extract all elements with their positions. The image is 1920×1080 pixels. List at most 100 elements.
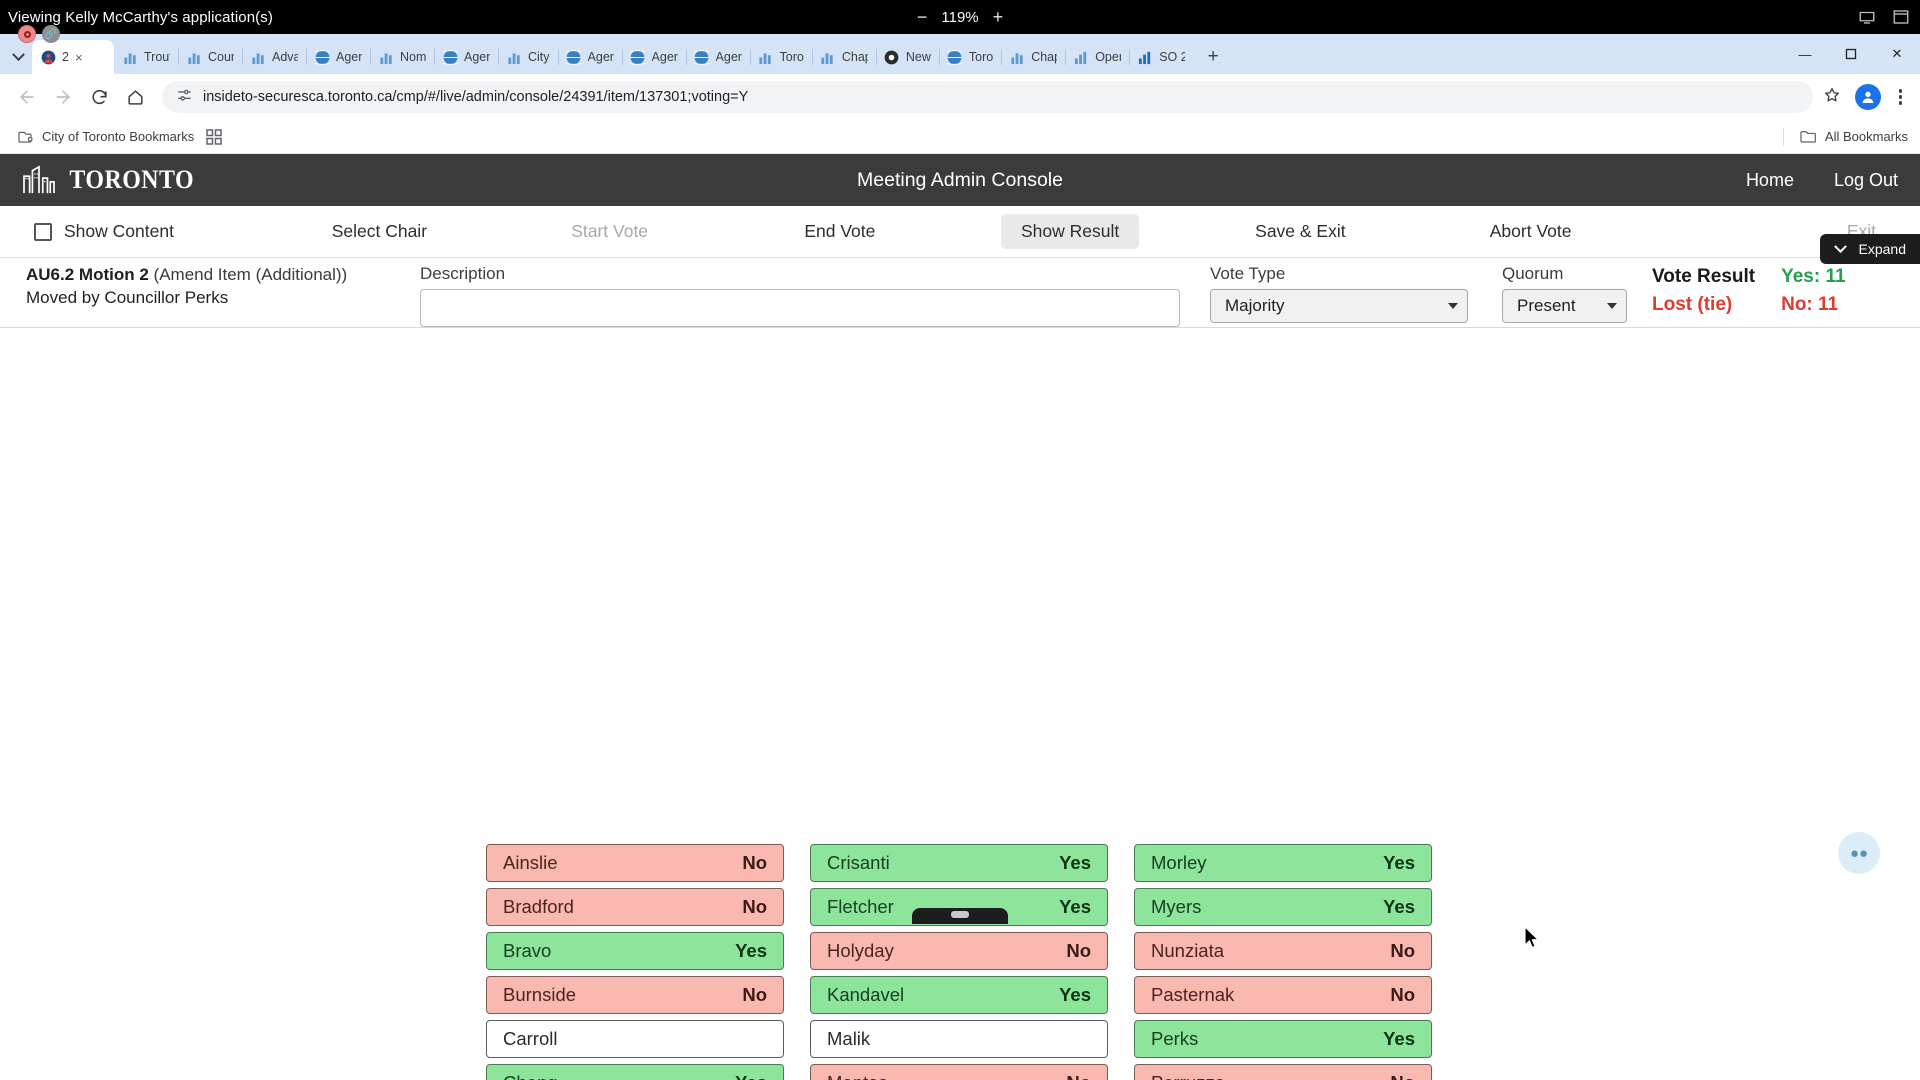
globe-icon [442, 49, 458, 65]
chart-icon [506, 49, 522, 65]
browser-tab-trout[interactable]: Trout [114, 40, 179, 74]
three-dot-menu-icon[interactable] [1895, 89, 1907, 105]
browser-tab-label: Trout [144, 50, 170, 64]
bookmark-folder-label: City of Toronto Bookmarks [42, 129, 195, 144]
back-arrow-icon[interactable] [10, 80, 44, 114]
browser-tab-adva[interactable]: Adva [242, 40, 307, 74]
new-tab-button[interactable]: + [1199, 43, 1227, 71]
browser-tab-label: Agen [715, 50, 742, 64]
close-window-button[interactable]: ✕ [1874, 34, 1920, 74]
browser-toolbar: insideto-securesca.toronto.ca/cmp/#/live… [0, 74, 1920, 120]
vote-row[interactable]: Kandavel Yes [810, 976, 1108, 1014]
councillor-name: Burnside [503, 984, 577, 1005]
vote-row[interactable]: Perks Yes [1134, 1020, 1432, 1058]
show-content-checkbox[interactable] [34, 222, 52, 241]
action-label: Abort Vote [1489, 221, 1572, 241]
app-header-nav: Home Log Out [1746, 170, 1898, 191]
vote-row[interactable]: Perruzza No [1134, 1064, 1432, 1080]
expand-panel-button[interactable]: Expand [1819, 234, 1920, 264]
vote-row[interactable]: Cheng Yes [486, 1064, 784, 1080]
action-end-vote[interactable]: End Vote [725, 206, 955, 258]
browser-tab-label: New [905, 50, 931, 64]
browser-tab-so-2[interactable]: SO 2 [1129, 40, 1193, 74]
browser-tab-agen[interactable]: Agen [622, 40, 687, 74]
motion-title: AU6.2 Motion 2 (Amend Item (Additional)) [26, 264, 420, 287]
vote-row[interactable]: Carroll [486, 1020, 784, 1058]
all-bookmarks-label: All Bookmarks [1824, 129, 1908, 144]
minimize-button[interactable]: — [1782, 34, 1828, 74]
star-icon[interactable] [1823, 86, 1841, 109]
zoom-out-button[interactable]: − [917, 8, 928, 26]
vote-row[interactable]: Ainslie No [486, 844, 784, 882]
councillor-vote: Yes [1383, 896, 1415, 917]
description-input[interactable] [420, 289, 1180, 327]
browser-tab-label: Chap [841, 50, 868, 64]
nav-home-link[interactable]: Home [1746, 170, 1794, 191]
bookmark-folder-city-of-toronto[interactable]: City of Toronto Bookmarks [12, 127, 200, 146]
browser-tab-city[interactable]: City [498, 40, 559, 74]
browser-tab-toro[interactable]: Toro [750, 40, 814, 74]
browser-tab-label: Agen [336, 50, 362, 64]
action-select-chair[interactable]: Select Chair [264, 206, 494, 258]
window-icon[interactable] [1892, 8, 1910, 26]
councillor-vote: No [1390, 940, 1415, 961]
browser-tab-agen[interactable]: Agen [686, 40, 751, 74]
home-icon[interactable] [118, 80, 152, 114]
action-save-exit[interactable]: Save & Exit [1185, 206, 1415, 258]
screen-share-icon[interactable] [1858, 8, 1876, 26]
link-icon: 🔗 [42, 25, 60, 43]
vote-type-select[interactable]: Majority [1210, 289, 1468, 323]
taskbar-handle[interactable] [912, 908, 1008, 924]
apps-grid-icon[interactable] [200, 127, 228, 147]
browser-tab-label: Toro [968, 50, 994, 64]
browser-tab-oper[interactable]: Oper [1065, 40, 1131, 74]
all-bookmarks-entry[interactable]: All Bookmarks [1782, 127, 1908, 146]
vote-row[interactable]: Crisanti Yes [810, 844, 1108, 882]
councillor-name: Carroll [503, 1028, 558, 1049]
browser-tab-cour[interactable]: Cour [178, 40, 243, 74]
councillor-vote: Yes [735, 940, 767, 961]
forward-arrow-icon[interactable] [46, 80, 80, 114]
tab-search-button[interactable] [4, 40, 32, 74]
vote-row[interactable]: Myers Yes [1134, 888, 1432, 926]
vote-row[interactable]: Malik [810, 1020, 1108, 1058]
browser-tab-nom[interactable]: Nom [370, 40, 435, 74]
browser-tab-agen[interactable]: Agen [434, 40, 499, 74]
vote-row[interactable]: Nunziata No [1134, 932, 1432, 970]
vote-row[interactable]: Bradford No [486, 888, 784, 926]
address-bar[interactable]: insideto-securesca.toronto.ca/cmp/#/live… [162, 81, 1813, 113]
vote-row[interactable]: Morley Yes [1134, 844, 1432, 882]
globe-icon [947, 49, 963, 65]
councillor-vote: No [742, 984, 767, 1005]
vote-row[interactable]: Pasternak No [1134, 976, 1432, 1014]
vote-row[interactable]: Mantas No [810, 1064, 1108, 1080]
reload-icon[interactable] [82, 80, 116, 114]
browser-tab-chap[interactable]: Chap [812, 40, 877, 74]
browser-tab-agen[interactable]: Agen [306, 40, 371, 74]
browser-tab-chap[interactable]: Chap [1001, 40, 1067, 74]
vote-row[interactable]: Holyday No [810, 932, 1108, 970]
site-info-icon[interactable] [176, 87, 193, 108]
vote-row[interactable]: Bravo Yes [486, 932, 784, 970]
chart-icon [122, 49, 138, 65]
browser-tab-toro[interactable]: Toro [939, 40, 1003, 74]
toronto-logo[interactable]: TORONTO [22, 165, 199, 195]
action-abort-vote[interactable]: Abort Vote [1416, 206, 1646, 258]
action-show-result[interactable]: Show Result [955, 206, 1185, 258]
action-show-content[interactable]: Show Content [0, 206, 264, 258]
browser-tab-new[interactable]: New [876, 40, 940, 74]
quorum-select[interactable]: Present [1502, 289, 1627, 323]
tab-list: 2 × Trout Cour Adva Agen Nom Agen City Agen Agen Ag… [32, 40, 1193, 74]
action-label: Show Content [64, 221, 174, 241]
close-tab-button[interactable]: × [75, 50, 83, 65]
browser-tab-agen[interactable]: Agen [558, 40, 623, 74]
globe-icon [566, 49, 582, 65]
floating-widget-button[interactable]: ●● [1838, 832, 1880, 874]
quorum-label: Quorum [1502, 264, 1564, 283]
vote-row[interactable]: Burnside No [486, 976, 784, 1014]
profile-avatar-icon[interactable] [1854, 84, 1881, 110]
nav-logout-link[interactable]: Log Out [1834, 170, 1898, 191]
zoom-in-button[interactable]: + [993, 8, 1004, 26]
maximize-button[interactable] [1828, 34, 1874, 74]
browser-tab-2[interactable]: 2 × [32, 40, 114, 74]
